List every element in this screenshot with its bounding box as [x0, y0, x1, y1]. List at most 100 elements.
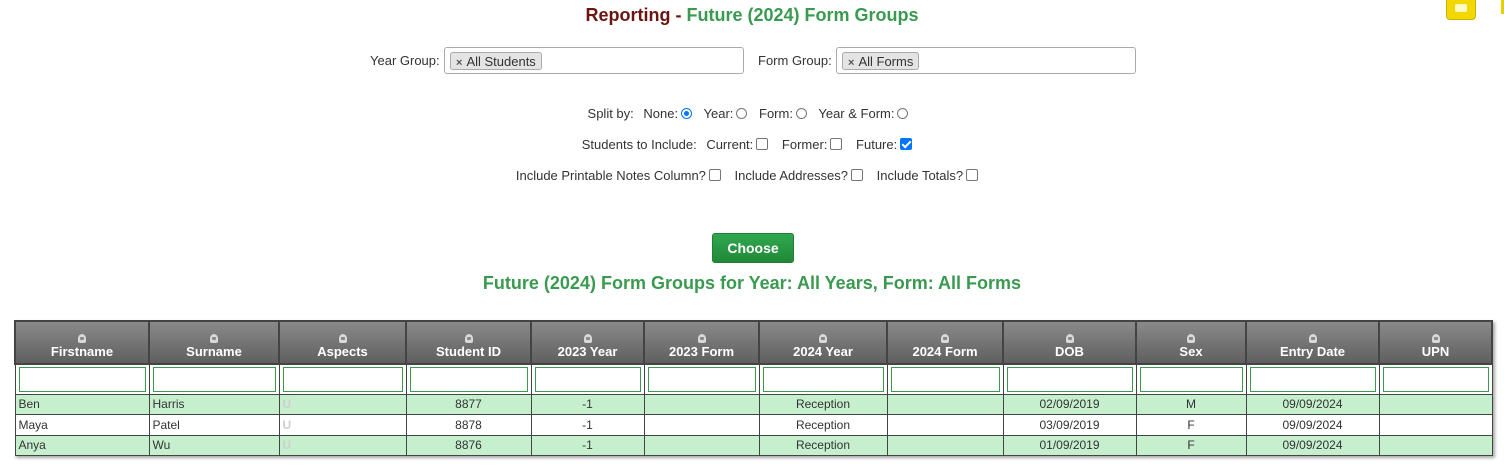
column-header-label: Entry Date: [1279, 344, 1346, 359]
year-2023-cell: -1: [530, 414, 645, 436]
split-by-row: Split by: None: Year: Form: Year & Form:: [0, 106, 1504, 121]
dob-filter-input[interactable]: [1006, 366, 1133, 392]
form-2024-filter-input[interactable]: [890, 366, 1000, 392]
print-icon[interactable]: [1446, 0, 1476, 20]
entry-date-filter-input[interactable]: [1249, 366, 1376, 392]
form-2023-cell: [643, 414, 760, 436]
column-header[interactable]: 2024 Year: [758, 320, 888, 365]
column-header[interactable]: Entry Date: [1245, 320, 1380, 365]
firstname-cell: Maya: [14, 414, 150, 436]
column-header-label: UPN: [1421, 344, 1450, 359]
year-group-tag[interactable]: × All Students: [450, 52, 542, 70]
table-row[interactable]: Anya Wu U 8876 -1 Reception 01/09/2019 F…: [14, 434, 1493, 456]
remove-tag-icon[interactable]: ×: [848, 57, 854, 69]
filter-cell: [643, 363, 760, 395]
filter-cell: [148, 363, 280, 395]
year-2024-cell: Reception: [758, 434, 888, 456]
firstname-filter-input[interactable]: [18, 366, 146, 392]
page-title-main: Future (2024) Form Groups: [686, 5, 919, 25]
form-group-label: Form Group:: [758, 53, 832, 68]
column-header[interactable]: DOB: [1002, 320, 1137, 365]
sort-icon: [819, 334, 827, 343]
include-notes-label: Include Printable Notes Column?: [515, 168, 706, 183]
split-none-radio[interactable]: [681, 108, 693, 119]
students-include-label: Students to Include:: [581, 137, 697, 152]
dob-cell: 01/09/2019: [1002, 434, 1137, 456]
sex-filter-input[interactable]: [1139, 366, 1243, 392]
form-2023-filter-input[interactable]: [647, 366, 756, 392]
results-title: Future (2024) Form Groups for Year: All …: [482, 273, 1022, 293]
column-header-label: 2024 Form: [912, 344, 978, 359]
form-2023-cell: [643, 434, 760, 456]
form-2024-cell: [886, 393, 1004, 415]
remove-tag-icon[interactable]: ×: [456, 57, 462, 69]
include-former-label: Former:: [781, 137, 828, 152]
sort-icon: [583, 334, 592, 343]
surname-cell: Wu: [148, 434, 280, 456]
include-former-checkbox[interactable]: [830, 138, 843, 150]
split-by-label: Split by:: [587, 106, 634, 121]
entry-date-cell: 09/09/2024: [1245, 393, 1380, 415]
column-header[interactable]: Sex: [1135, 320, 1247, 365]
table-row[interactable]: Maya Patel U 8878 -1 Reception 03/09/201…: [14, 414, 1493, 436]
sort-icon: [1187, 334, 1195, 343]
column-header[interactable]: 2024 Form: [886, 320, 1004, 365]
column-header[interactable]: 2023 Year: [530, 320, 645, 365]
include-addresses-label: Include Addresses?: [734, 168, 849, 183]
form-group-tag[interactable]: × All Forms: [842, 52, 920, 70]
year-group-select[interactable]: × All Students: [444, 47, 744, 74]
entry-date-cell: 09/09/2024: [1245, 434, 1380, 456]
include-future-checkbox[interactable]: [900, 138, 913, 150]
column-header-label: Surname: [186, 344, 242, 359]
aspects-cell: U: [278, 414, 407, 436]
table-row[interactable]: Ben Harris U 8877 -1 Reception 02/09/201…: [14, 393, 1493, 415]
sort-icon: [1431, 334, 1440, 343]
column-header[interactable]: Surname: [148, 320, 280, 365]
include-totals-checkbox[interactable]: [966, 169, 979, 181]
page-title-prefix: Reporting -: [585, 5, 682, 25]
results-table: Firstname Surname Aspects Student ID 202…: [14, 320, 1493, 456]
split-year-form-label: Year & Form:: [818, 106, 895, 121]
include-addresses-checkbox[interactable]: [851, 169, 864, 181]
filter-cell: [405, 363, 532, 395]
column-header-label: DOB: [1055, 344, 1084, 359]
aspects-filter-input[interactable]: [282, 366, 403, 392]
column-header-label: Student ID: [436, 344, 501, 359]
column-header[interactable]: UPN: [1378, 320, 1493, 365]
upn-filter-input[interactable]: [1382, 366, 1489, 392]
student-id-filter-input[interactable]: [409, 366, 528, 392]
column-header[interactable]: 2023 Form: [643, 320, 760, 365]
surname-filter-input[interactable]: [152, 366, 276, 392]
include-current-checkbox[interactable]: [756, 138, 769, 150]
year-group-label: Year Group:: [370, 53, 440, 68]
split-year-form-radio[interactable]: [897, 108, 909, 119]
year-2023-filter-input[interactable]: [534, 366, 641, 392]
column-header[interactable]: Firstname: [14, 320, 150, 365]
column-header-label: 2024 Year: [793, 344, 853, 359]
filter-cell: [14, 363, 150, 395]
choose-button[interactable]: Choose: [712, 233, 794, 263]
column-header[interactable]: Student ID: [405, 320, 532, 365]
sex-cell: F: [1135, 434, 1247, 456]
filter-cell: [758, 363, 888, 395]
filter-cell: [1378, 363, 1493, 395]
sex-cell: M: [1135, 393, 1247, 415]
split-year-radio[interactable]: [736, 108, 748, 119]
sort-icon: [697, 334, 706, 343]
extra-options-row: Include Printable Notes Column? Include …: [0, 168, 1504, 183]
upn-cell: [1378, 434, 1493, 456]
year-2024-filter-input[interactable]: [762, 366, 884, 392]
firstname-cell: Anya: [14, 434, 150, 456]
include-notes-checkbox[interactable]: [708, 169, 721, 181]
sort-icon: [1308, 334, 1317, 343]
page-title: Reporting - Future (2024) Form Groups: [0, 5, 1504, 26]
column-header-label: 2023 Form: [668, 344, 735, 359]
split-form-label: Form:: [759, 106, 793, 121]
year-group-tag-label: All Students: [466, 54, 536, 69]
upn-cell: [1378, 393, 1493, 415]
include-future-label: Future:: [856, 137, 898, 152]
column-header[interactable]: Aspects: [278, 320, 407, 365]
students-include-row: Students to Include: Current: Former: Fu…: [0, 137, 1504, 152]
form-group-select[interactable]: × All Forms: [836, 47, 1136, 74]
split-form-radio[interactable]: [795, 108, 807, 119]
